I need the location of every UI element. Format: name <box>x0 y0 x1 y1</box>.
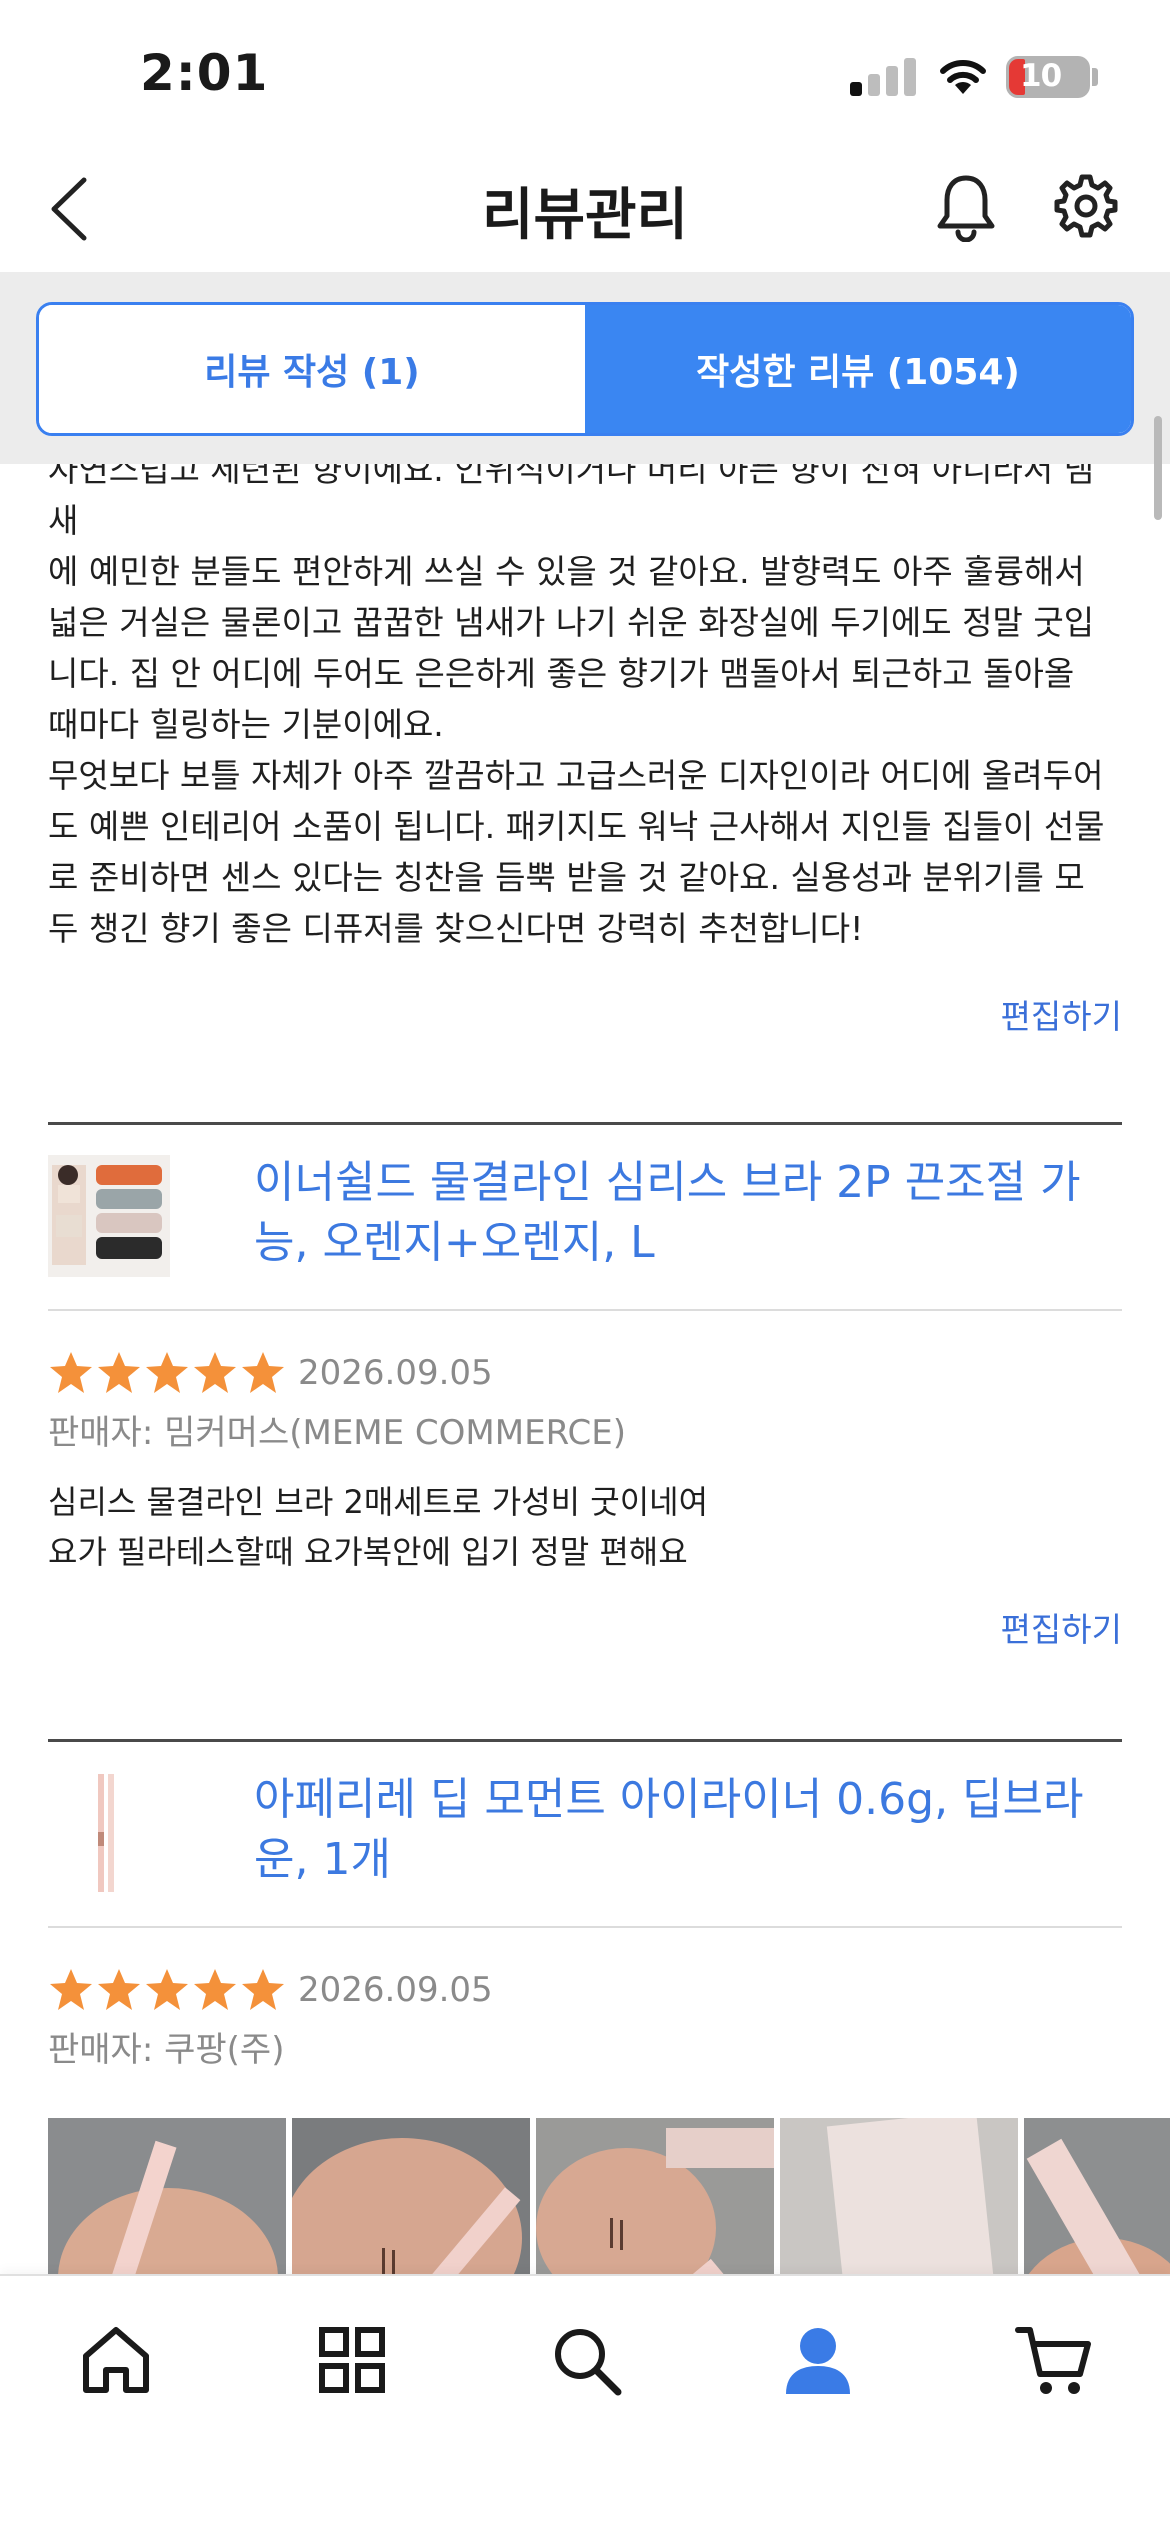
review-line: 자연스럽고 세련된 향이에요. 인위적이거나 머리 아픈 향이 전혀 아니라서 … <box>48 464 1095 540</box>
review-photo[interactable] <box>1024 2118 1170 2274</box>
my-profile-icon[interactable] <box>778 2320 858 2400</box>
product-row[interactable]: 아페리레 딥 모먼트 아이라이너 0.6g, 딥브라운, 1개 <box>0 1742 1170 1926</box>
wifi-icon <box>940 60 986 94</box>
product-row[interactable]: 이너쉴드 물결라인 심리스 브라 2P 끈조절 가능, 오렌지+오렌지, L <box>0 1125 1170 1309</box>
seller-name: 판매자: 밈커머스(MEME COMMERCE) <box>48 1413 627 1453</box>
review-item: 자연스럽고 세련된 향이에요. 인위적이거나 머리 아픈 향이 전혀 아니라서 … <box>0 464 1170 1038</box>
battery-level: 10 <box>1020 58 1062 94</box>
review-text: 심리스 물결라인 브라 2매세트로 가성비 굿이네여 요가 필라테스할때 요가복… <box>0 1477 1170 1577</box>
nav-bar: 리뷰관리 <box>0 150 1170 272</box>
star-icon <box>50 1969 92 2010</box>
tab-written-reviews[interactable]: 작성한 리뷰 (1054) <box>585 305 1131 433</box>
review-tabs: 리뷰 작성 (1) 작성한 리뷰 (1054) <box>36 302 1134 436</box>
star-icon <box>242 1352 284 1393</box>
review-photo[interactable] <box>48 2118 286 2274</box>
review-line: 때마다 힐링하는 기분이에요. <box>48 705 444 744</box>
review-text: 자연스럽고 세련된 향이에요. 인위적이거나 머리 아픈 향이 전혀 아니라서 … <box>0 464 1170 954</box>
review-line: 넓은 거실은 물론이고 꿉꿉한 냄새가 나기 쉬운 화장실에 두기에도 정말 굿… <box>48 603 1095 642</box>
review-line: 로 준비하면 센스 있다는 칭찬을 듬뿍 받을 것 같아요. 실용성과 분위기를… <box>48 858 1085 897</box>
star-icon <box>50 1352 92 1393</box>
star-rating <box>48 1967 288 2013</box>
star-rating <box>48 1350 288 1396</box>
home-icon[interactable] <box>76 2320 156 2400</box>
review-tab-strip: 리뷰 작성 (1) 작성한 리뷰 (1054) <box>0 272 1170 464</box>
review-line: 니다. 집 안 어디에 두어도 은은하게 좋은 향기가 맴돌아서 퇴근하고 돌아… <box>48 654 1075 693</box>
star-icon <box>194 1969 236 2010</box>
star-icon <box>146 1352 188 1393</box>
review-line: 심리스 물결라인 브라 2매세트로 가성비 굿이네여 <box>48 1483 709 1521</box>
review-date: 2026.09.05 <box>298 1353 493 1393</box>
gear-icon[interactable] <box>1054 174 1118 238</box>
search-icon[interactable] <box>546 2320 626 2400</box>
review-date: 2026.09.05 <box>298 1970 493 2010</box>
star-icon <box>242 1969 284 2010</box>
product-name-link[interactable]: 이너쉴드 물결라인 심리스 브라 2P 끈조절 가능, 오렌지+오렌지, L <box>170 1153 1122 1273</box>
battery-icon: 10 <box>1006 56 1090 98</box>
review-photo[interactable] <box>780 2118 1018 2274</box>
bottom-tab-bar <box>0 2274 1170 2532</box>
status-bar: 2:01 10 <box>0 0 1170 150</box>
star-icon <box>98 1352 140 1393</box>
scroll-indicator[interactable] <box>1154 416 1162 520</box>
star-icon <box>146 1969 188 2010</box>
review-photo[interactable] <box>536 2118 774 2274</box>
star-icon <box>194 1352 236 1393</box>
tab-write-review[interactable]: 리뷰 작성 (1) <box>39 305 585 433</box>
review-line: 도 예쁜 인테리어 소품이 됩니다. 패키지도 워낙 근사해서 지인들 집들이 … <box>48 807 1105 846</box>
rating-row: 2026.09.05 <box>0 1343 1170 1403</box>
product-name-link[interactable]: 아페리레 딥 모먼트 아이라이너 0.6g, 딥브라운, 1개 <box>170 1770 1122 1890</box>
review-line: 무엇보다 보틀 자체가 아주 깔끔하고 고급스러운 디자인이라 어디에 올려두어 <box>48 756 1104 795</box>
rating-row: 2026.09.05 <box>0 1960 1170 2020</box>
review-item: 이너쉴드 물결라인 심리스 브라 2P 끈조절 가능, 오렌지+오렌지, L 2… <box>0 1125 1170 1651</box>
review-photo-strip[interactable] <box>0 2118 1170 2274</box>
edit-review-link[interactable]: 편집하기 <box>0 990 1170 1038</box>
product-thumbnail[interactable] <box>48 1772 170 1894</box>
bell-icon[interactable] <box>935 172 997 242</box>
edit-review-link[interactable]: 편집하기 <box>0 1603 1170 1651</box>
review-photo[interactable] <box>292 2118 530 2274</box>
cellular-signal-icon <box>850 58 916 96</box>
review-list: 자연스럽고 세련된 향이에요. 인위적이거나 머리 아픈 향이 전혀 아니라서 … <box>0 464 1170 2274</box>
review-line: 에 예민한 분들도 편안하게 쓰실 수 있을 것 같아요. 발향력도 아주 훌륭… <box>48 552 1085 591</box>
star-icon <box>98 1969 140 2010</box>
category-grid-icon[interactable] <box>312 2320 392 2400</box>
cart-icon[interactable] <box>1014 2320 1094 2400</box>
review-line: 요가 필라테스할때 요가복안에 입기 정말 편해요 <box>48 1533 688 1571</box>
review-item: 아페리레 딥 모먼트 아이라이너 0.6g, 딥브라운, 1개 2026.09.… <box>0 1742 1170 2274</box>
seller-name: 판매자: 쿠팡(주) <box>48 2030 285 2070</box>
review-line: 두 챙긴 향기 좋은 디퓨저를 찾으신다면 강력히 추천합니다! <box>48 909 864 948</box>
review-management-screen: 2:01 10 리뷰관리 리뷰 작성 (1) 작성한 리뷰 (1054) 자연스… <box>0 0 1170 2532</box>
status-time: 2:01 <box>140 44 269 102</box>
product-thumbnail[interactable] <box>48 1155 170 1277</box>
